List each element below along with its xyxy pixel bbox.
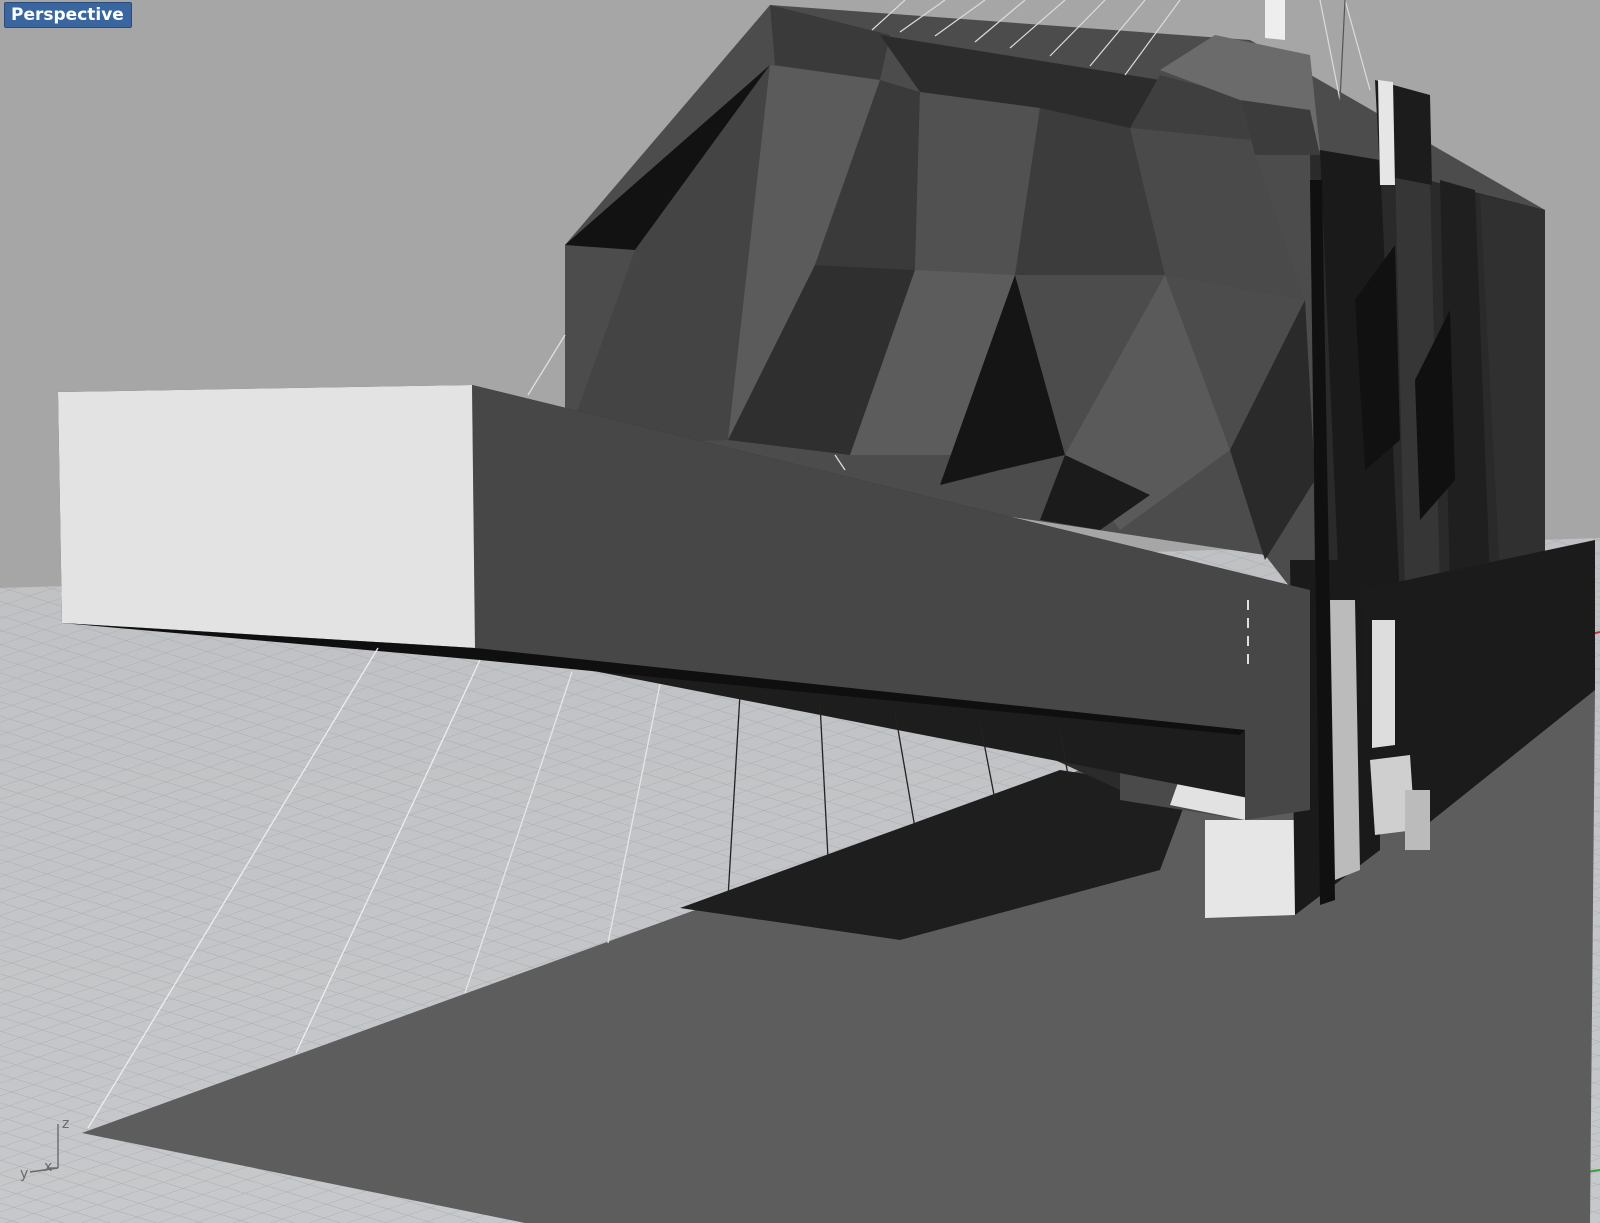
viewport-title-tab[interactable]: Perspective (4, 2, 132, 28)
axis-x-label: x (44, 1159, 52, 1175)
axis-z-label: z (62, 1116, 69, 1132)
perspective-viewport[interactable]: z y x Perspective (0, 0, 1600, 1223)
3d-scene[interactable]: z y x (0, 0, 1600, 1223)
axis-y-label: y (20, 1166, 28, 1182)
